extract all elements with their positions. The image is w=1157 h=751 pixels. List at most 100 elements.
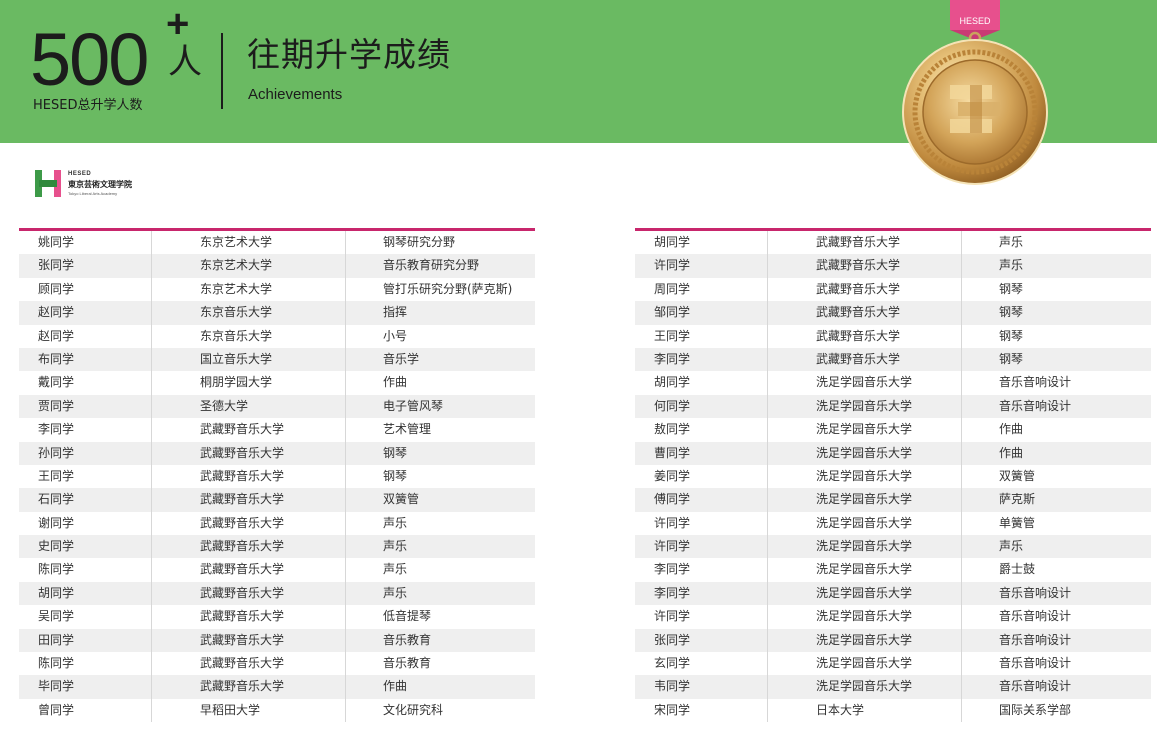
university-name: 武藏野音乐大学 <box>151 535 345 559</box>
major-name: 钢琴 <box>345 441 535 465</box>
table-row: 宋同学 日本大学 国际关系学部 <box>635 698 1151 723</box>
total-count-label: HESED总升学人数 <box>33 98 143 113</box>
table-row: 吴同学 武藏野音乐大学 低音提琴 <box>19 605 535 629</box>
major-name: 音乐学 <box>345 347 535 372</box>
logo-brand: HESED <box>68 171 92 177</box>
logo-name-en: Tokyo Liberal Arts Academy <box>68 191 118 196</box>
major-name: 爵士鼓 <box>961 558 1151 582</box>
table-row: 赵同学 东京音乐大学 小号 <box>19 324 535 348</box>
university-name: 洗足学园音乐大学 <box>767 488 961 512</box>
student-name: 布同学 <box>38 351 75 366</box>
major-name: 声乐 <box>345 581 535 606</box>
table-row: 胡同学 洗足学园音乐大学 音乐音响设计 <box>635 371 1151 395</box>
student-name: 谢同学 <box>38 515 75 530</box>
university-name: 东京音乐大学 <box>151 301 345 325</box>
major-name: 音乐音响设计 <box>961 394 1151 419</box>
student-name: 石同学 <box>38 492 75 507</box>
table-row: 孙同学 武藏野音乐大学 钢琴 <box>19 441 535 465</box>
results-table-left: 姚同学 东京艺术大学 钢琴研究分野 张同学 东京艺术大学 音乐教育研究分野 顾同学 东京艺术大… <box>19 228 535 723</box>
student-name: 陈同学 <box>38 656 75 671</box>
student-name: 陈同学 <box>38 562 75 577</box>
major-name: 音乐音响设计 <box>961 371 1151 395</box>
major-name: 钢琴 <box>345 464 535 489</box>
student-name: 周同学 <box>654 281 691 296</box>
student-name: 邹同学 <box>654 305 691 320</box>
table-row: 胡同学 武藏野音乐大学 声乐 <box>635 231 1151 255</box>
university-name: 武藏野音乐大学 <box>151 628 345 653</box>
university-name: 武藏野音乐大学 <box>767 277 961 302</box>
major-name: 管打乐研究分野(萨克斯) <box>345 277 535 302</box>
student-name: 张同学 <box>654 632 691 647</box>
page-title: 往期升学成绩 <box>247 35 451 74</box>
table-row: 许同学 洗足学园音乐大学 声乐 <box>635 535 1151 559</box>
student-name: 毕同学 <box>38 679 75 694</box>
university-name: 洗足学园音乐大学 <box>767 535 961 559</box>
major-name: 作曲 <box>961 441 1151 465</box>
major-name: 音乐音响设计 <box>961 581 1151 606</box>
university-name: 武藏野音乐大学 <box>767 231 961 255</box>
university-name: 武藏野音乐大学 <box>151 464 345 489</box>
table-row: 周同学 武藏野音乐大学 钢琴 <box>635 277 1151 302</box>
table-row: 李同学 武藏野音乐大学 钢琴 <box>635 347 1151 372</box>
major-name: 指挥 <box>345 301 535 325</box>
table-row: 陈同学 武藏野音乐大学 音乐教育 <box>19 652 535 676</box>
major-name: 钢琴 <box>961 277 1151 302</box>
table-row: 姜同学 洗足学园音乐大学 双簧管 <box>635 464 1151 489</box>
major-name: 双簧管 <box>961 464 1151 489</box>
major-name: 音乐音响设计 <box>961 628 1151 653</box>
major-name: 作曲 <box>345 371 535 395</box>
student-name: 孙同学 <box>38 445 75 460</box>
student-name: 赵同学 <box>38 328 75 343</box>
university-name: 日本大学 <box>767 698 961 723</box>
student-name: 赵同学 <box>38 305 75 320</box>
major-name: 声乐 <box>345 535 535 559</box>
major-name: 小号 <box>345 324 535 348</box>
student-name: 敖同学 <box>654 422 691 437</box>
student-name: 李同学 <box>654 351 691 366</box>
table-row: 傅同学 洗足学园音乐大学 萨克斯 <box>635 488 1151 512</box>
major-name: 作曲 <box>961 418 1151 442</box>
student-name: 李同学 <box>654 585 691 600</box>
university-name: 东京音乐大学 <box>151 324 345 348</box>
university-name: 桐朋学园大学 <box>151 371 345 395</box>
table-row: 许同学 洗足学园音乐大学 单簧管 <box>635 511 1151 536</box>
student-name: 戴同学 <box>38 375 75 390</box>
university-name: 武藏野音乐大学 <box>151 675 345 699</box>
student-name: 曾同学 <box>38 702 75 717</box>
student-name: 胡同学 <box>654 235 691 249</box>
major-name: 钢琴 <box>961 301 1151 325</box>
university-name: 洗足学园音乐大学 <box>767 418 961 442</box>
student-name: 田同学 <box>38 632 75 647</box>
university-name: 洗足学园音乐大学 <box>767 558 961 582</box>
university-name: 圣德大学 <box>151 394 345 419</box>
student-name: 李同学 <box>654 562 691 577</box>
table-row: 谢同学 武藏野音乐大学 声乐 <box>19 511 535 536</box>
table-row: 田同学 武藏野音乐大学 音乐教育 <box>19 628 535 653</box>
university-name: 武藏野音乐大学 <box>767 254 961 278</box>
university-name: 国立音乐大学 <box>151 347 345 372</box>
university-name: 武藏野音乐大学 <box>151 441 345 465</box>
university-name: 洗足学园音乐大学 <box>767 652 961 676</box>
major-name: 电子管风琴 <box>345 394 535 419</box>
total-count: 500 <box>30 18 149 101</box>
table-row: 玄同学 洗足学园音乐大学 音乐音响设计 <box>635 652 1151 676</box>
student-name: 张同学 <box>38 258 75 273</box>
table-row: 张同学 洗足学园音乐大学 音乐音响设计 <box>635 628 1151 653</box>
major-name: 声乐 <box>961 231 1151 255</box>
student-name: 曹同学 <box>654 445 691 460</box>
student-name: 王同学 <box>654 328 691 343</box>
student-name: 李同学 <box>38 422 75 437</box>
student-name: 顾同学 <box>38 281 75 296</box>
table-row: 曹同学 洗足学园音乐大学 作曲 <box>635 441 1151 465</box>
university-name: 武藏野音乐大学 <box>767 347 961 372</box>
results-table-right: 胡同学 武藏野音乐大学 声乐 许同学 武藏野音乐大学 声乐 周同学 武藏野音乐大学 钢琴 邹同学武… <box>635 228 1151 723</box>
major-name: 声乐 <box>961 535 1151 559</box>
table-row: 史同学 武藏野音乐大学 声乐 <box>19 535 535 559</box>
table-row: 曾同学 早稻田大学 文化研究科 <box>19 698 535 723</box>
major-name: 钢琴研究分野 <box>345 231 535 255</box>
major-name: 声乐 <box>345 511 535 536</box>
medal-ribbon-text: HESED <box>959 16 991 26</box>
university-name: 早稻田大学 <box>151 698 345 723</box>
table-row: 邹同学 武藏野音乐大学 钢琴 <box>635 301 1151 325</box>
major-name: 钢琴 <box>961 324 1151 348</box>
